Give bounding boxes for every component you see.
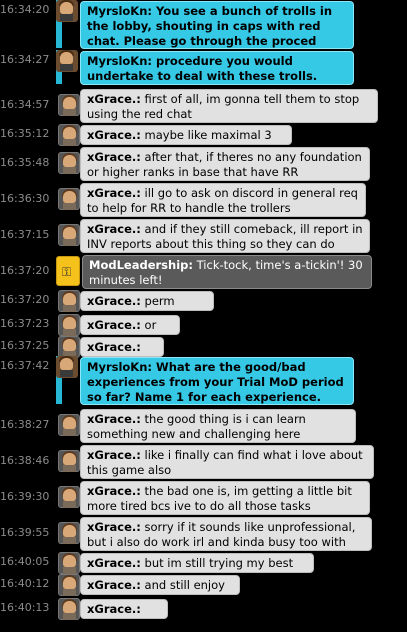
chat-message: 16:39:30 xGrace.: the bad one is, im gett… (0, 480, 407, 516)
message-timestamp: 16:35:48 (0, 156, 50, 169)
user-avatar[interactable] (58, 450, 80, 472)
message-username[interactable]: xGrace.: (87, 128, 141, 142)
message-timestamp: 16:38:46 (0, 454, 50, 467)
message-timestamp: 16:40:12 (0, 577, 50, 590)
chat-bubble: xGrace.: perm banned (80, 291, 214, 323)
message-username[interactable]: ModLeadership: (89, 258, 193, 272)
message-username[interactable]: xGrace.: (87, 318, 141, 332)
user-avatar[interactable] (58, 152, 80, 174)
chat-message: 16:37:20 xGrace.: perm banned (0, 290, 407, 323)
chat-message: 16:37:20 ⚿ ModLeadership: Tick-tock, time'… (0, 254, 407, 290)
chat-log: 16:34:20 MyrsloKn: You see a bunch of tro… (0, 0, 407, 631)
message-timestamp: 16:40:05 (0, 555, 50, 568)
chat-bubble: xGrace.: done (80, 599, 168, 631)
message-username[interactable]: xGrace.: (87, 186, 141, 200)
chat-bubble: xGrace.: ill go to ask on discord in gen… (80, 183, 366, 217)
chat-bubble: MyrsloKn: What are the good/bad experien… (80, 357, 354, 405)
chat-bubble: xGrace.: like i finally can find what i … (80, 445, 374, 479)
message-username[interactable]: xGrace.: (87, 150, 141, 164)
message-username[interactable]: xGrace.: (87, 412, 141, 426)
chat-message: 16:40:05 xGrace.: but im still trying my … (0, 552, 407, 585)
host-avatar[interactable] (56, 356, 78, 378)
chat-bubble: xGrace.: maybe like maximal 3 times (80, 125, 292, 157)
mod-key-icon: ⚿ (56, 256, 80, 286)
user-avatar[interactable] (58, 552, 80, 574)
message-timestamp: 16:37:20 (0, 264, 50, 277)
chat-bubble: xGrace.: and if they still comeback, ill… (80, 219, 370, 266)
user-avatar[interactable] (58, 188, 80, 210)
chat-bubble: xGrace.: first of all, im gonna tell the… (80, 89, 378, 123)
chat-message: 16:34:27 MyrsloKn: procedure you would un… (0, 50, 407, 86)
message-timestamp: 16:37:20 (0, 293, 50, 306)
message-username[interactable]: MyrsloKn: (87, 4, 152, 18)
user-avatar[interactable] (58, 224, 80, 246)
message-timestamp: 16:37:15 (0, 228, 50, 241)
message-timestamp: 16:37:23 (0, 317, 50, 330)
chat-bubble: xGrace.: done (80, 337, 164, 369)
message-timestamp: 16:34:57 (0, 98, 50, 111)
message-timestamp: 16:38:27 (0, 418, 50, 431)
message-timestamp: 16:39:55 (0, 526, 50, 539)
chat-message: 16:37:15 xGrace.: and if they still comeb… (0, 218, 407, 266)
host-avatar[interactable] (56, 50, 78, 72)
message-timestamp: 16:40:13 (0, 601, 50, 614)
chat-bubble: xGrace.: sorry if it sounds like unprofe… (80, 517, 372, 564)
user-avatar[interactable] (58, 124, 80, 146)
chat-bubble: xGrace.: after that, if theres no any fo… (80, 147, 370, 181)
host-avatar[interactable] (56, 0, 78, 22)
chat-message: 16:34:20 MyrsloKn: You see a bunch of tro… (0, 0, 407, 50)
chat-bubble: MyrsloKn: You see a bunch of trolls in t… (80, 1, 354, 49)
chat-message: 16:39:55 xGrace.: sorry if it sounds like… (0, 516, 407, 564)
chat-bubble: MyrsloKn: procedure you would undertake … (80, 51, 354, 85)
chat-message: 16:37:25 xGrace.: done (0, 336, 407, 369)
user-avatar[interactable] (58, 414, 80, 436)
message-timestamp: 16:34:20 (0, 3, 50, 16)
user-avatar[interactable] (58, 290, 80, 312)
chat-bubble: xGrace.: but im still trying my best her… (80, 553, 314, 585)
chat-message: 16:37:42 MyrsloKn: What are the good/bad … (0, 356, 407, 406)
user-avatar[interactable] (58, 522, 80, 544)
chat-message: 16:35:48 xGrace.: after that, if theres n… (0, 146, 407, 182)
message-timestamp: 16:34:27 (0, 53, 50, 66)
chat-message: 16:34:57 xGrace.: first of all, im gonna … (0, 88, 407, 124)
chat-message: 16:35:12 xGrace.: maybe like maximal 3 ti… (0, 124, 407, 157)
chat-message: 16:38:27 xGrace.: the good thing is i can… (0, 408, 407, 444)
message-username[interactable]: xGrace.: (87, 448, 141, 462)
chat-bubble: xGrace.: and still enjoy this (80, 575, 240, 607)
user-avatar[interactable] (58, 574, 80, 596)
chat-bubble: ModLeadership: Tick-tock, time's a-ticki… (82, 255, 372, 289)
user-avatar[interactable] (58, 94, 80, 116)
message-timestamp: 16:35:12 (0, 127, 50, 140)
message-username[interactable]: xGrace.: (87, 92, 141, 106)
user-avatar[interactable] (58, 314, 80, 336)
message-timestamp: 16:37:42 (0, 359, 50, 372)
message-username[interactable]: MyrsloKn: (87, 360, 152, 374)
message-username[interactable]: xGrace.: (87, 340, 141, 354)
message-username[interactable]: xGrace.: (87, 520, 141, 534)
message-username[interactable]: xGrace.: (87, 222, 141, 236)
chat-message: 16:40:12 xGrace.: and still enjoy this (0, 574, 407, 607)
message-timestamp: 16:39:30 (0, 490, 50, 503)
message-timestamp: 16:36:30 (0, 192, 50, 205)
user-avatar[interactable] (58, 336, 80, 358)
message-username[interactable]: MyrsloKn: (87, 54, 152, 68)
user-avatar[interactable] (58, 598, 80, 620)
chat-message: 16:38:46 xGrace.: like i finally can find… (0, 444, 407, 480)
message-username[interactable]: xGrace.: (87, 556, 141, 570)
message-username[interactable]: xGrace.: (87, 602, 141, 616)
message-username[interactable]: xGrace.: (87, 484, 141, 498)
message-username[interactable]: xGrace.: (87, 578, 141, 592)
message-username[interactable]: xGrace.: (87, 294, 141, 308)
message-timestamp: 16:37:25 (0, 339, 50, 352)
chat-bubble: xGrace.: or smth (80, 315, 180, 347)
chat-bubble: xGrace.: the bad one is, im getting a li… (80, 481, 370, 515)
chat-bubble: xGrace.: the good thing is i can learn s… (80, 409, 356, 443)
message-text: done (87, 617, 116, 631)
chat-message: 16:40:13 xGrace.: done (0, 598, 407, 631)
user-avatar[interactable] (58, 486, 80, 508)
chat-message: 16:36:30 xGrace.: ill go to ask on discor… (0, 182, 407, 218)
chat-message: 16:37:23 xGrace.: or smth (0, 314, 407, 347)
